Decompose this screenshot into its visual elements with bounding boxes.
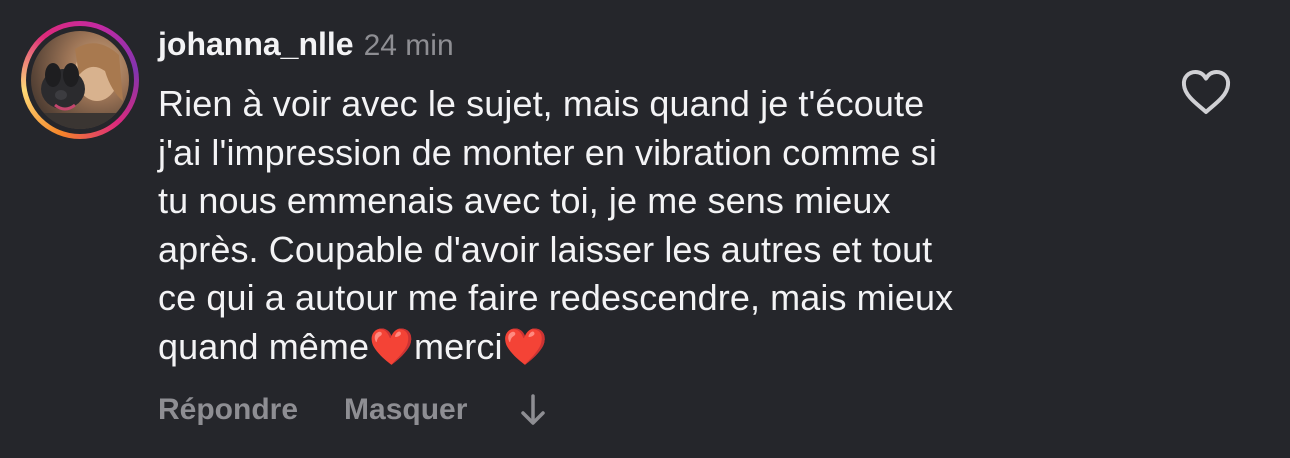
comment-actions: Répondre Masquer [158, 388, 549, 432]
avatar[interactable] [31, 31, 129, 129]
heart-outline-icon [1181, 70, 1231, 114]
reply-button[interactable]: Répondre [158, 388, 298, 432]
comment-timestamp: 24 min [363, 29, 454, 62]
username[interactable]: johanna_nlle [158, 26, 354, 62]
more-options-button[interactable] [517, 388, 549, 432]
comment-header: johanna_nlle 24 min [158, 22, 454, 66]
hide-button[interactable]: Masquer [344, 388, 467, 432]
like-button[interactable] [1180, 68, 1232, 116]
comment-text: Rien à voir avec le sujet, mais quand je… [158, 83, 954, 367]
avatar-story-ring[interactable] [21, 21, 139, 139]
arrow-down-icon [521, 394, 546, 425]
avatar-photo [31, 43, 129, 129]
